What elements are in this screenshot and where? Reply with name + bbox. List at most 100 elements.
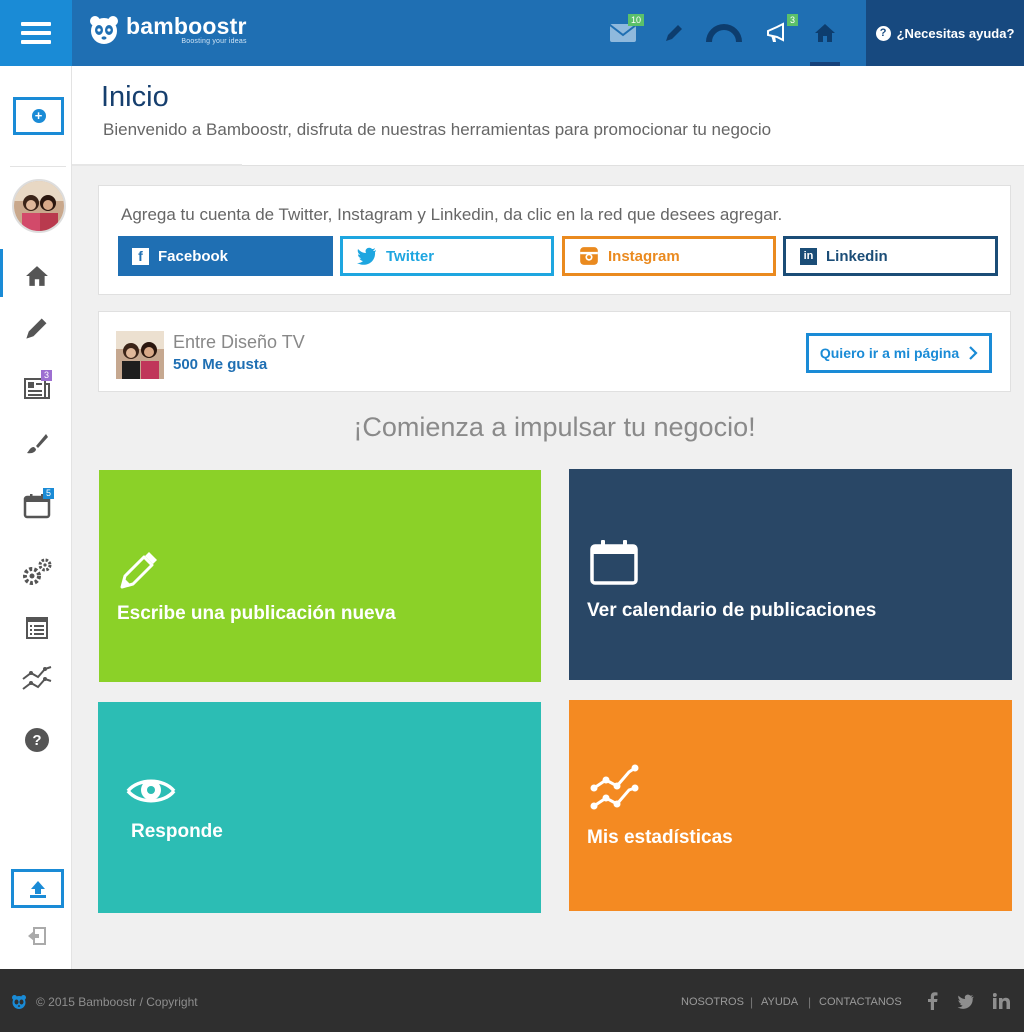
twitter-label: Twitter (386, 247, 435, 265)
announcements-badge: 3 (786, 14, 798, 26)
linkedin-label: Linkedin (826, 247, 888, 265)
calendar-badge: 5 (42, 488, 54, 499)
upload-icon (29, 880, 46, 898)
sidebar-item-compose[interactable] (16, 310, 58, 346)
upload-button[interactable] (11, 869, 64, 908)
posts-badge: 3 (40, 370, 52, 381)
sidebar-item-home[interactable] (16, 258, 58, 294)
fanpage-card: Entre Diseño TV 500 Me gusta Quiero ir a… (98, 311, 1011, 392)
messages-badge: 10 (627, 14, 644, 26)
brand-tagline: Boosting your ideas (181, 38, 247, 45)
panda-logo-icon (12, 995, 26, 1009)
write-post-tile[interactable]: Escribe una publicación nueva (99, 470, 541, 682)
gauge-icon (706, 24, 742, 43)
help-button[interactable]: ? ¿Necesitas ayuda? (866, 0, 1024, 66)
list-icon (26, 617, 48, 639)
facebook-icon (928, 992, 938, 1010)
fanpage-avatar (116, 331, 164, 379)
sidebar-item-settings[interactable] (16, 554, 58, 590)
footer: © 2015 Bamboostr / Copyright NOSOTROS | … (0, 969, 1024, 1032)
copyright: © 2015 Bamboostr / Copyright (36, 995, 198, 1009)
calendar-label: Ver calendario de publicaciones (587, 600, 877, 621)
sidebar-item-design[interactable] (16, 426, 58, 462)
logout-button[interactable] (22, 921, 52, 951)
sidebar-item-calendar[interactable]: 5 (16, 488, 58, 524)
sidebar-active-indicator (0, 249, 3, 297)
page-header: Inicio Bienvenido a Bamboostr, disfruta … (72, 66, 1024, 166)
twitter-icon (957, 994, 974, 1009)
facebook-button[interactable]: f Facebook (118, 236, 333, 276)
chevron-right-icon (969, 346, 978, 360)
stats-tile[interactable]: Mis estadísticas (569, 700, 1012, 911)
sidebar: + 3 5 ? (0, 66, 72, 969)
brush-icon (27, 434, 48, 454)
home-button[interactable] (808, 16, 842, 50)
linkedin-icon (992, 993, 1010, 1009)
menu-icon (21, 22, 51, 26)
fanpage-likes: 500 Me gusta (173, 356, 268, 373)
avatar-photo (14, 181, 64, 231)
menu-button[interactable] (0, 0, 72, 66)
pencil-icon (26, 318, 47, 339)
sidebar-item-posts[interactable]: 3 (16, 370, 58, 406)
panda-logo-icon (90, 16, 118, 44)
stats-icon (590, 764, 639, 810)
social-accounts-card: Agrega tu cuenta de Twitter, Instagram y… (98, 185, 1011, 295)
cta-heading: ¡Comienza a impulsar tu negocio! (353, 412, 756, 442)
footer-separator: | (750, 995, 754, 1009)
social-prompt: Agrega tu cuenta de Twitter, Instagram y… (121, 205, 783, 224)
logo[interactable]: bamboostr Boosting your ideas (88, 14, 247, 46)
facebook-label: Facebook (158, 247, 229, 265)
page-subtitle: Bienvenido a Bamboostr, disfruta de nues… (103, 120, 772, 139)
go-to-page-button[interactable]: Quiero ir a mi página (806, 333, 992, 373)
instagram-icon (580, 247, 598, 265)
twitter-icon (357, 247, 376, 265)
megaphone-icon (767, 22, 784, 42)
sidebar-divider (10, 166, 66, 167)
calendar-tile[interactable]: Ver calendario de publicaciones (569, 469, 1012, 680)
logout-icon (28, 927, 46, 945)
footer-linkedin-link[interactable] (991, 991, 1011, 1011)
svg-text:?: ? (32, 732, 41, 749)
stats-label: Mis estadísticas (587, 827, 733, 848)
page-title: Inicio (101, 81, 169, 113)
footer-separator: | (808, 995, 812, 1009)
twitter-button[interactable]: Twitter (340, 236, 554, 276)
footer-twitter-link[interactable] (956, 991, 976, 1011)
sidebar-item-list[interactable] (16, 610, 58, 646)
calendar-icon (590, 540, 638, 585)
facebook-icon: f (132, 247, 149, 265)
announcements-button[interactable]: 3 (760, 14, 798, 50)
pencil-icon (666, 25, 682, 41)
brand-name: bamboostr (126, 13, 247, 39)
add-icon: + (31, 109, 46, 123)
avatar[interactable] (12, 179, 66, 233)
footer-facebook-link[interactable] (923, 991, 943, 1011)
linkedin-button[interactable]: in Linkedin (783, 236, 998, 276)
help-icon: ? (875, 25, 891, 41)
top-bar: bamboostr Boosting your ideas 10 3 ? ¿Ne… (0, 0, 1024, 66)
footer-link-ayuda[interactable]: AYUDA (761, 996, 798, 1008)
footer-link-nosotros[interactable]: NOSOTROS (681, 996, 744, 1008)
respond-label: Responde (131, 821, 223, 842)
dashboard-button[interactable] (705, 16, 743, 50)
messages-button[interactable]: 10 (606, 14, 644, 50)
respond-tile[interactable]: Responde (98, 702, 541, 913)
help-label: ¿Necesitas ayuda? (896, 25, 1015, 41)
linkedin-icon: in (800, 247, 817, 265)
stats-icon (22, 666, 52, 690)
help-icon: ? (25, 728, 49, 752)
instagram-button[interactable]: Instagram (562, 236, 776, 276)
instagram-label: Instagram (608, 247, 680, 265)
footer-link-contactanos[interactable]: CONTACTANOS (819, 996, 902, 1008)
sidebar-item-help[interactable]: ? (16, 722, 58, 758)
pencil-icon (120, 552, 157, 589)
write-post-label: Escribe una publicación nueva (117, 603, 396, 624)
header-accent-line (72, 164, 242, 166)
eye-icon (126, 779, 176, 803)
gears-icon (23, 558, 52, 585)
sidebar-item-stats[interactable] (16, 662, 58, 698)
compose-button[interactable] (657, 16, 691, 50)
add-account-button[interactable]: + (13, 97, 64, 135)
fanpage-name: Entre Diseño TV (173, 332, 305, 352)
